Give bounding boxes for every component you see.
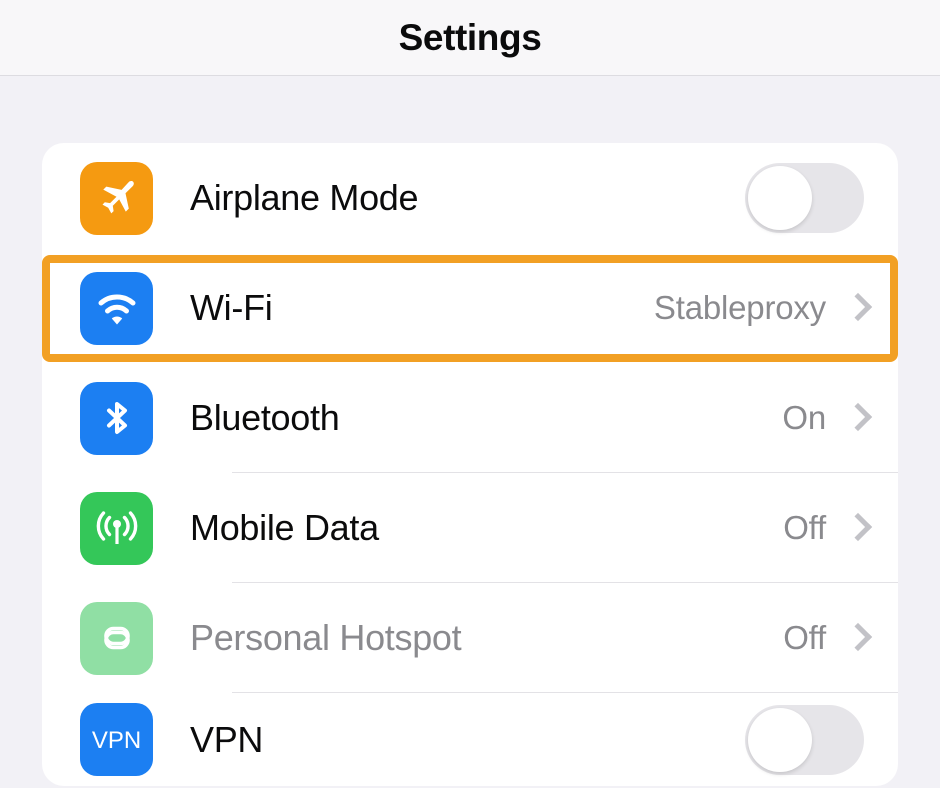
settings-row-personal-hotspot[interactable]: Personal Hotspot Off xyxy=(42,583,898,693)
settings-group-card: Airplane Mode Wi-Fi Stableproxy Bluetoot… xyxy=(42,143,898,786)
chevron-right-icon xyxy=(848,514,864,542)
settings-row-accessory: Off xyxy=(783,509,898,547)
settings-row-accessory xyxy=(745,704,898,775)
settings-row-vpn[interactable]: VPN VPN xyxy=(42,693,898,786)
settings-row-label: Mobile Data xyxy=(190,507,379,548)
settings-row-wifi[interactable]: Wi-Fi Stableproxy xyxy=(42,253,898,363)
settings-row-bluetooth[interactable]: Bluetooth On xyxy=(42,363,898,473)
bluetooth-icon xyxy=(80,381,153,455)
settings-row-accessory: Stableproxy xyxy=(654,289,898,327)
wifi-network-value: Stableproxy xyxy=(653,289,826,326)
settings-row-label: Wi-Fi xyxy=(190,287,273,328)
svg-text:VPN: VPN xyxy=(92,727,141,754)
settings-content: Airplane Mode Wi-Fi Stableproxy Bluetoot… xyxy=(0,143,940,786)
airplane-icon xyxy=(80,161,153,235)
toggle-knob xyxy=(748,707,812,772)
settings-row-accessory xyxy=(745,163,898,233)
settings-row-mobile-data[interactable]: Mobile Data Off xyxy=(42,473,898,583)
chevron-right-icon xyxy=(848,404,864,432)
vpn-icon: VPN xyxy=(80,703,153,776)
navigation-bar: Settings xyxy=(0,0,940,76)
toggle-knob xyxy=(748,166,812,230)
settings-row-label: Bluetooth xyxy=(190,397,340,438)
bluetooth-status-value: On xyxy=(782,399,826,436)
page-title: Settings xyxy=(398,16,542,58)
chevron-right-icon xyxy=(848,294,864,322)
settings-row-airplane-mode[interactable]: Airplane Mode xyxy=(42,143,898,253)
cellular-antenna-icon xyxy=(80,491,153,565)
chevron-right-icon xyxy=(848,624,864,652)
vpn-toggle[interactable] xyxy=(745,704,864,775)
settings-row-accessory: Off xyxy=(783,619,898,657)
mobile-data-status-value: Off xyxy=(783,509,826,546)
settings-row-accessory: On xyxy=(782,399,898,437)
settings-row-label: VPN xyxy=(190,718,264,760)
personal-hotspot-status-value: Off xyxy=(783,619,826,656)
airplane-mode-toggle[interactable] xyxy=(745,163,864,233)
settings-row-label: Airplane Mode xyxy=(190,177,419,218)
hotspot-link-icon xyxy=(80,601,153,675)
settings-row-label: Personal Hotspot xyxy=(190,617,462,658)
wifi-icon xyxy=(80,271,153,345)
